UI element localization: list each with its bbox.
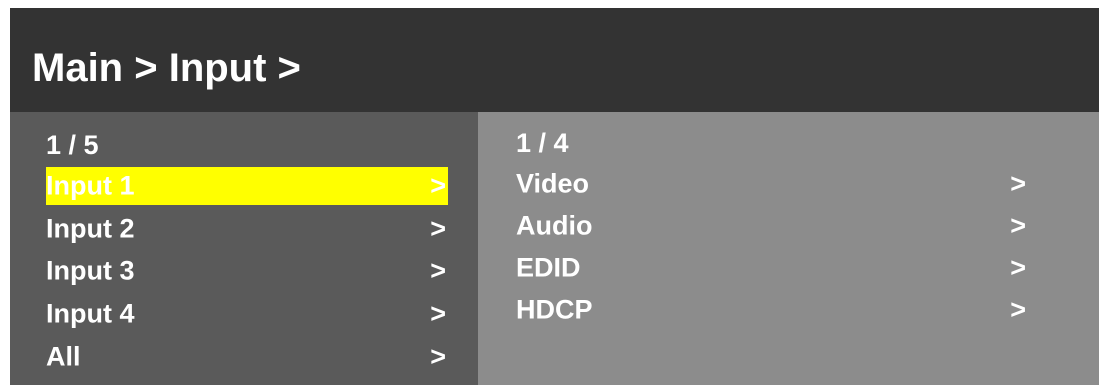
menu-item-input-4[interactable]: Input 4 > xyxy=(46,295,448,333)
chevron-right-icon: > xyxy=(430,213,446,244)
chevron-right-icon: > xyxy=(1010,252,1026,283)
menu-item-video[interactable]: Video > xyxy=(516,165,1028,203)
chevron-right-icon: > xyxy=(430,298,446,329)
menu-item-label: All xyxy=(46,341,81,372)
menu-item-label: Audio xyxy=(516,210,593,241)
menu-item-label: HDCP xyxy=(516,294,593,325)
chevron-right-icon: > xyxy=(430,170,446,201)
breadcrumb-header: Main > Input > xyxy=(10,8,1099,112)
input-list-pane: 1 / 5 Input 1 > Input 2 > Input 3 > Inpu… xyxy=(10,112,478,385)
chevron-right-icon: > xyxy=(430,341,446,372)
input-list-counter: 1 / 5 xyxy=(46,130,99,160)
menu-item-audio[interactable]: Audio > xyxy=(516,207,1028,245)
menu-item-label: Input 3 xyxy=(46,255,135,286)
menu-item-all[interactable]: All > xyxy=(46,338,448,376)
menu-item-input-2[interactable]: Input 2 > xyxy=(46,210,448,248)
menu-item-hdcp[interactable]: HDCP > xyxy=(516,291,1028,329)
chevron-right-icon: > xyxy=(1010,294,1026,325)
menu-item-label: Video xyxy=(516,168,590,199)
menu-item-input-1[interactable]: Input 1 > xyxy=(46,167,448,205)
settings-list-counter: 1 / 4 xyxy=(516,128,569,158)
menu-item-edid[interactable]: EDID > xyxy=(516,249,1028,287)
breadcrumb: Main > Input > xyxy=(32,46,301,90)
input-settings-pane: 1 / 4 Video > Audio > EDID > HDCP > xyxy=(478,112,1099,385)
menu-item-label: EDID xyxy=(516,252,581,283)
menu-item-input-3[interactable]: Input 3 > xyxy=(46,252,448,290)
menu-item-label: Input 4 xyxy=(46,298,135,329)
menu-item-label: Input 2 xyxy=(46,213,135,244)
chevron-right-icon: > xyxy=(1010,210,1026,241)
chevron-right-icon: > xyxy=(1010,168,1026,199)
chevron-right-icon: > xyxy=(430,255,446,286)
menu-item-label: Input 1 xyxy=(46,170,135,201)
